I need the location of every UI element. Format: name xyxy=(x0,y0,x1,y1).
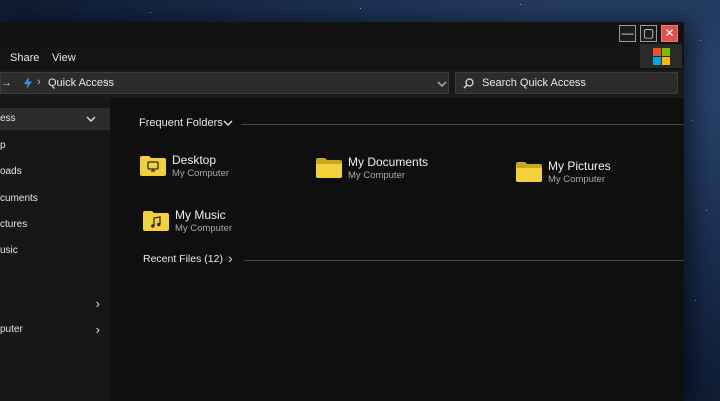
ribbon-tab-view[interactable]: View xyxy=(52,52,76,64)
star xyxy=(695,300,696,301)
navigation-pane: ess p oads cuments ctures usic › puter › xyxy=(0,98,110,401)
recent-files-header[interactable]: Recent Files (12) xyxy=(143,253,223,265)
folder-location: My Computer xyxy=(172,168,230,179)
path-chevron-icon[interactable]: › xyxy=(105,76,109,88)
chevron-down-icon[interactable] xyxy=(223,120,233,126)
back-arrow-icon[interactable]: → xyxy=(1,77,12,89)
ribbon: Share View xyxy=(0,46,684,70)
search-placeholder[interactable]: Search Quick Access xyxy=(482,77,586,89)
quick-access-bolt-icon xyxy=(24,77,32,89)
navigation-row: → › Quick Access › Search Quick Access xyxy=(0,70,684,98)
address-dropdown-chevron-icon[interactable] xyxy=(437,81,447,87)
frequent-folders-header[interactable]: Frequent Folders xyxy=(139,117,223,129)
sidebar-item-label: cuments xyxy=(0,193,38,204)
star xyxy=(150,12,151,13)
close-button[interactable]: ✕ xyxy=(661,25,678,42)
folder-location: My Computer xyxy=(348,170,406,181)
ribbon-tab-share[interactable]: Share xyxy=(10,52,39,64)
folder-name: Desktop xyxy=(172,153,217,167)
sidebar-item-documents[interactable]: cuments xyxy=(0,188,110,210)
maximize-button[interactable]: ▢ xyxy=(640,25,657,42)
folder-tile-my-documents[interactable]: My Documents My Computer xyxy=(316,154,496,190)
star xyxy=(520,4,521,5)
desktop-folder-icon xyxy=(140,156,166,176)
chevron-right-icon[interactable]: › xyxy=(228,250,233,266)
sidebar-item-expandable[interactable]: › xyxy=(0,293,110,315)
folder-icon xyxy=(316,158,342,178)
chevron-down-icon[interactable] xyxy=(86,116,96,122)
file-explorer-window: — ▢ ✕ Share View → › Quick Access › Sear… xyxy=(0,22,684,401)
folder-name: My Documents xyxy=(348,155,429,169)
sidebar-item-downloads[interactable]: oads xyxy=(0,161,110,183)
sidebar-item-label: ess xyxy=(0,113,16,124)
folder-location: My Computer xyxy=(548,174,606,185)
sidebar-item-label: oads xyxy=(0,166,22,177)
windows-logo-icon xyxy=(652,47,670,65)
folder-tile-my-music[interactable]: My Music My Computer xyxy=(143,207,323,243)
folder-icon xyxy=(516,162,542,182)
chevron-right-icon[interactable]: › xyxy=(96,322,100,337)
folder-name: My Pictures xyxy=(548,159,611,173)
star xyxy=(700,40,701,41)
sidebar-item-quick-access[interactable]: ess xyxy=(0,108,110,130)
sidebar-item-pictures[interactable]: ctures xyxy=(0,214,110,236)
sidebar-item-label: puter xyxy=(0,324,23,335)
path-chevron-icon: › xyxy=(37,76,41,88)
content-pane: Frequent Folders Desktop My Computer My … xyxy=(110,98,684,401)
folder-name: My Music xyxy=(175,208,226,222)
sidebar-item-label: usic xyxy=(0,245,18,256)
chevron-right-icon[interactable]: › xyxy=(96,296,100,311)
windows-logo-badge xyxy=(640,44,682,68)
folder-tile-desktop[interactable]: Desktop My Computer xyxy=(140,152,320,188)
star xyxy=(692,120,693,121)
music-folder-icon xyxy=(143,211,169,231)
search-icon xyxy=(463,78,474,89)
sidebar-item-music[interactable]: usic xyxy=(0,240,110,262)
folder-location: My Computer xyxy=(175,223,233,234)
minimize-button[interactable]: — xyxy=(619,25,636,42)
sidebar-item-computer[interactable]: puter › xyxy=(0,319,110,341)
sidebar-item-label: p xyxy=(0,140,6,151)
sidebar-item-desktop[interactable]: p xyxy=(0,135,110,157)
star xyxy=(706,210,707,211)
section-divider xyxy=(244,260,684,261)
sidebar-item-label: ctures xyxy=(0,219,28,230)
star xyxy=(360,8,361,9)
section-divider xyxy=(241,124,684,125)
title-bar[interactable]: — ▢ ✕ xyxy=(0,22,684,46)
address-bar[interactable]: → › Quick Access › xyxy=(0,72,449,94)
search-box[interactable]: Search Quick Access xyxy=(455,72,678,94)
folder-tile-my-pictures[interactable]: My Pictures My Computer xyxy=(516,158,696,194)
